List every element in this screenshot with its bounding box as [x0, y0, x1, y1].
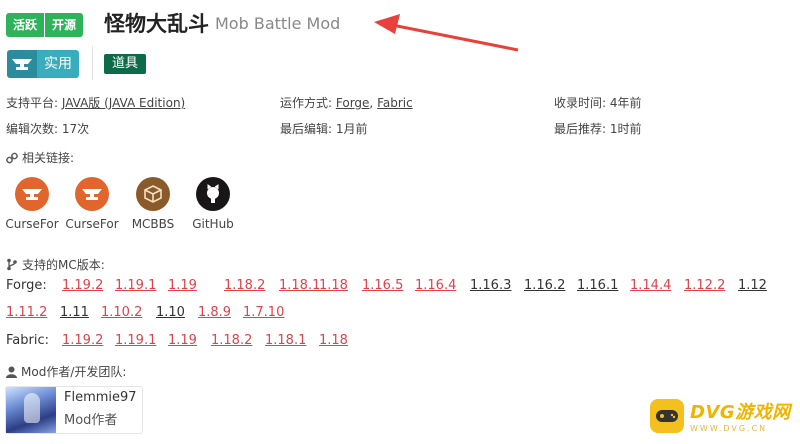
- version-link[interactable]: 1.16.5: [362, 278, 403, 293]
- version-link[interactable]: 1.11.2: [6, 305, 47, 320]
- avatar: [6, 387, 56, 433]
- active-badge: 活跃: [6, 13, 46, 37]
- last-edit-info: 最后编辑: 1月前: [280, 120, 368, 137]
- authors-heading-text: Mod作者/开发团队:: [21, 365, 127, 379]
- runtime-forge-link[interactable]: Forge: [336, 96, 370, 110]
- category-tool-tag[interactable]: 道具: [104, 54, 147, 74]
- user-icon: [6, 366, 17, 378]
- author-role: Mod作者: [64, 413, 118, 428]
- link-curseforge-2[interactable]: CurseFor: [63, 177, 121, 231]
- collected-label: 收录时间:: [554, 96, 607, 110]
- runtime-label: 运作方式:: [280, 96, 333, 110]
- author-card[interactable]: Flemmie97 Mod作者: [5, 386, 143, 434]
- version-link[interactable]: 1.16.2: [524, 278, 565, 293]
- collected-info: 收录时间: 4年前: [554, 94, 642, 111]
- version-link[interactable]: 1.14.4: [630, 278, 671, 293]
- link-curseforge-1[interactable]: CurseFor: [3, 177, 61, 231]
- mod-subtitle: Mob Battle Mod: [215, 14, 341, 33]
- forge-versions-label: Forge:: [6, 278, 47, 293]
- branch-icon: [7, 258, 17, 271]
- annotation-arrow-icon: [374, 14, 519, 52]
- site-watermark: DVG游戏网 WWW.DVG.CN: [650, 398, 791, 433]
- mcbbs-box-icon: [136, 177, 170, 211]
- platform-label: 支持平台:: [6, 96, 59, 110]
- last-recommend-label: 最后推荐:: [554, 122, 607, 136]
- link-icon: [6, 152, 18, 163]
- tag-divider: [92, 46, 93, 80]
- version-link[interactable]: 1.10: [156, 305, 185, 320]
- versions-heading: 支持的MC版本:: [6, 256, 105, 273]
- link-label: CurseFor: [5, 217, 59, 231]
- version-link[interactable]: 1.19: [168, 333, 197, 348]
- runtime-separator: ,: [369, 96, 378, 110]
- fabric-versions-label: Fabric:: [6, 333, 49, 348]
- last-recommend-value: 1时前: [609, 122, 642, 136]
- version-link[interactable]: 1.19: [168, 278, 197, 293]
- link-label: MCBBS: [131, 217, 175, 231]
- gamepad-icon: [650, 398, 684, 433]
- version-link[interactable]: 1.19.2: [62, 333, 103, 348]
- curseforge-anvil-icon: [15, 177, 49, 211]
- version-link[interactable]: 1.19.1: [115, 278, 156, 293]
- watermark-subtext: WWW.DVG.CN: [690, 424, 768, 433]
- version-link[interactable]: 1.11: [60, 305, 89, 320]
- version-link[interactable]: 1.18.1: [265, 333, 306, 348]
- author-name: Flemmie97: [64, 390, 137, 405]
- link-label: CurseFor: [65, 217, 119, 231]
- mod-title: 怪物大乱斗: [104, 12, 209, 36]
- github-icon: [196, 177, 230, 211]
- platform-link[interactable]: JAVA版 (JAVA Edition): [62, 96, 185, 110]
- version-link[interactable]: 1.18.2: [211, 333, 252, 348]
- collected-value: 4年前: [609, 96, 642, 110]
- last-edit-value: 1月前: [335, 122, 368, 136]
- version-link[interactable]: 1.18: [319, 278, 348, 293]
- open-source-badge: 开源: [45, 13, 84, 37]
- links-heading-text: 相关链接:: [22, 151, 75, 165]
- watermark-text: DVG游戏网: [690, 402, 791, 423]
- authors-heading: Mod作者/开发团队:: [6, 363, 126, 380]
- version-link[interactable]: 1.18.1: [279, 278, 320, 293]
- version-link[interactable]: 1.12: [738, 278, 767, 293]
- version-link[interactable]: 1.18.2: [224, 278, 265, 293]
- version-link[interactable]: 1.16.3: [470, 278, 511, 293]
- link-label: GitHub: [192, 217, 234, 231]
- anvil-icon: [7, 50, 37, 78]
- version-link[interactable]: 1.19.1: [115, 333, 156, 348]
- link-mcbbs[interactable]: MCBBS: [124, 177, 182, 231]
- curseforge-anvil-icon: [75, 177, 109, 211]
- version-link[interactable]: 1.10.2: [101, 305, 142, 320]
- category-practical-label: 实用: [37, 50, 79, 78]
- version-link[interactable]: 1.19.2: [62, 278, 103, 293]
- links-heading: 相关链接:: [6, 149, 74, 166]
- last-edit-label: 最后编辑:: [280, 122, 333, 136]
- last-recommend-info: 最后推荐: 1时前: [554, 120, 642, 137]
- edits-info: 编辑次数: 17次: [6, 120, 89, 137]
- edits-value: 17次: [61, 122, 90, 136]
- edits-label: 编辑次数:: [6, 122, 59, 136]
- version-link[interactable]: 1.16.1: [577, 278, 618, 293]
- version-link[interactable]: 1.12.2: [684, 278, 725, 293]
- version-link[interactable]: 1.8.9: [198, 305, 231, 320]
- version-link[interactable]: 1.18: [319, 333, 348, 348]
- version-link[interactable]: 1.16.4: [415, 278, 456, 293]
- version-link[interactable]: 1.7.10: [243, 305, 284, 320]
- runtime-fabric-link[interactable]: Fabric: [377, 96, 413, 110]
- runtime-info: 运作方式: Forge, Fabric: [280, 94, 413, 111]
- category-practical-tag[interactable]: 实用: [7, 50, 79, 78]
- status-badges: 活跃 开源: [6, 13, 84, 37]
- link-github[interactable]: GitHub: [184, 177, 242, 231]
- versions-heading-text: 支持的MC版本:: [22, 258, 105, 272]
- platform-info: 支持平台: JAVA版 (JAVA Edition): [6, 94, 185, 111]
